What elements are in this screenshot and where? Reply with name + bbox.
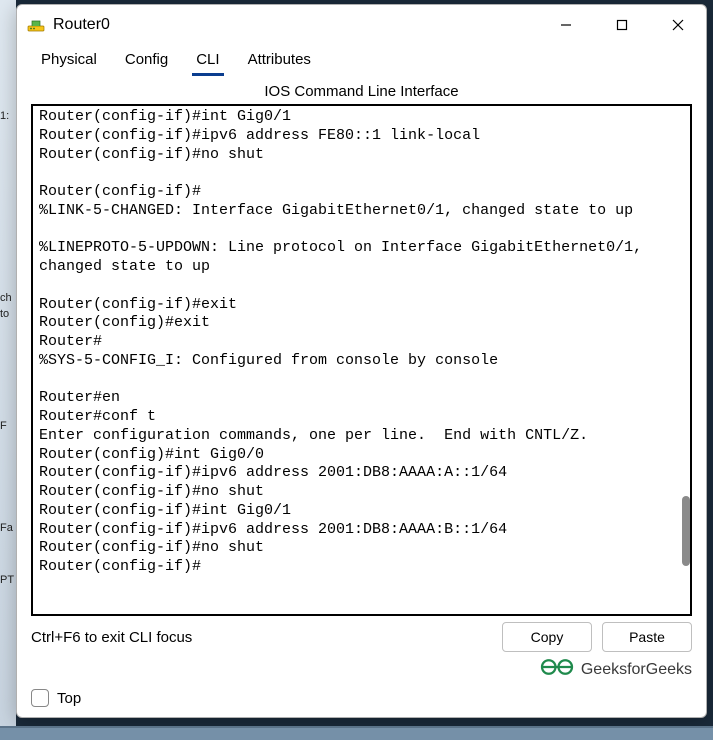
geeksforgeeks-logo-text: GeeksforGeeks: [581, 661, 692, 679]
cli-heading: IOS Command Line Interface: [17, 77, 706, 104]
cli-footer-row: Ctrl+F6 to exit CLI focus Copy Paste: [17, 616, 706, 656]
titlebar: Router0: [17, 5, 706, 45]
bg-footer-stripe: [0, 726, 713, 740]
bg-text: Fa: [0, 522, 16, 534]
router-icon: [27, 16, 45, 34]
tab-cli[interactable]: CLI: [182, 45, 233, 76]
cli-hint: Ctrl+F6 to exit CLI focus: [31, 629, 492, 646]
tab-config[interactable]: Config: [111, 45, 182, 76]
minimize-button[interactable]: [538, 5, 594, 45]
bg-text: ch: [0, 292, 16, 304]
bottom-row: Top: [17, 685, 706, 717]
tab-bar: Physical Config CLI Attributes: [17, 45, 706, 77]
background-blur: 1: ch to F Fa PT: [0, 0, 16, 740]
branding-row: GeeksforGeeks: [17, 656, 706, 685]
tab-physical[interactable]: Physical: [27, 45, 111, 76]
geeksforgeeks-logo-icon: [539, 656, 575, 683]
maximize-button[interactable]: [594, 5, 650, 45]
top-checkbox[interactable]: [31, 689, 49, 707]
close-button[interactable]: [650, 5, 706, 45]
copy-button[interactable]: Copy: [502, 622, 592, 652]
scrollbar-thumb[interactable]: [682, 496, 690, 566]
top-label: Top: [57, 690, 81, 707]
tab-attributes[interactable]: Attributes: [234, 45, 325, 76]
window-controls: [538, 5, 706, 45]
paste-button[interactable]: Paste: [602, 622, 692, 652]
bg-text: 1:: [0, 110, 16, 122]
bg-text: PT: [0, 574, 16, 586]
app-window: Router0 Physical Config CLI Attributes I…: [16, 4, 707, 718]
cli-terminal[interactable]: Router(config-if)#int Gig0/1 Router(conf…: [31, 104, 692, 616]
window-title: Router0: [53, 16, 538, 34]
bg-text: to: [0, 308, 16, 320]
terminal-container: Router(config-if)#int Gig0/1 Router(conf…: [31, 104, 692, 616]
bg-text: F: [0, 420, 16, 432]
